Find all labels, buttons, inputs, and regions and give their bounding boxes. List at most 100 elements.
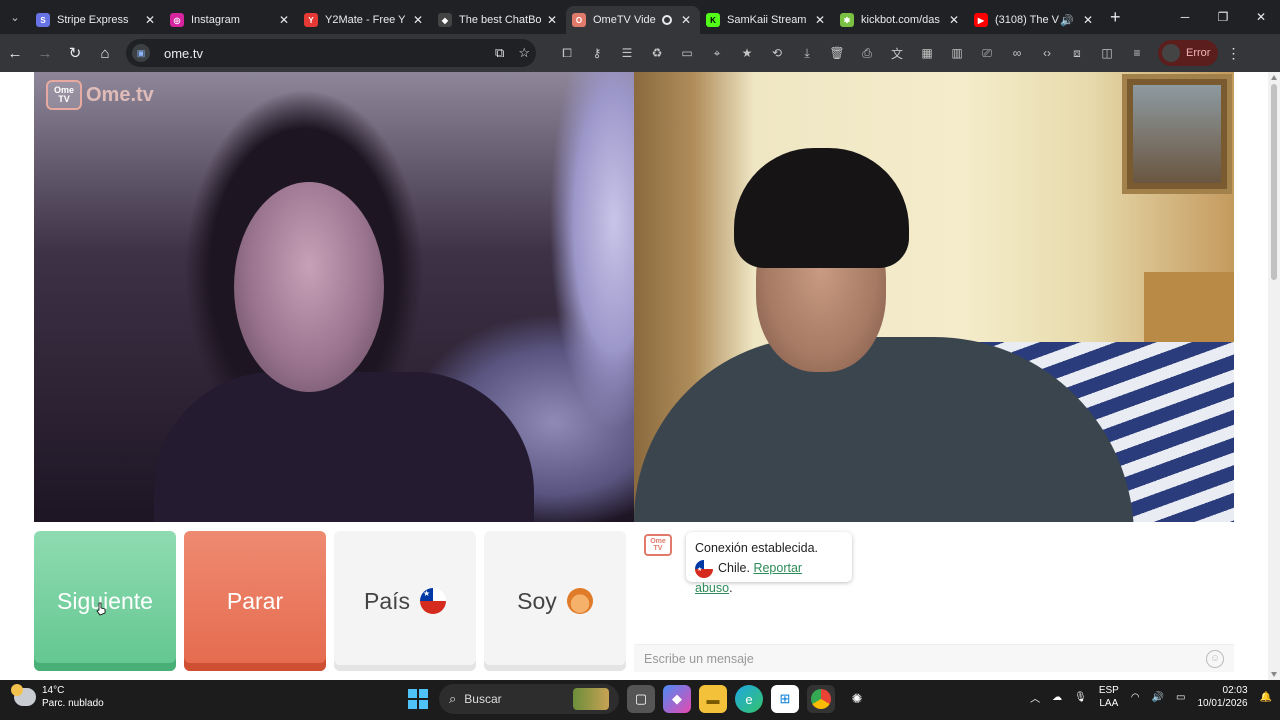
next-button[interactable]: Siguiente	[34, 531, 176, 671]
message-input[interactable]	[644, 651, 1206, 666]
translate-icon[interactable]: 文	[882, 38, 912, 68]
close-icon[interactable]: ✕	[812, 13, 828, 27]
card-icon[interactable]: ▭	[672, 38, 702, 68]
install-icon[interactable]: ⧉	[495, 45, 504, 61]
edge-icon[interactable]: e	[735, 685, 763, 713]
gender-button-label: Soy	[517, 587, 557, 614]
microphone-icon[interactable]: 🎙	[1074, 692, 1087, 703]
page-scrollbar[interactable]	[1268, 72, 1280, 680]
clock[interactable]: 02:03 10/01/2026	[1197, 684, 1247, 710]
task-view-icon[interactable]: ▢	[627, 685, 655, 713]
file-explorer-icon[interactable]: ▬	[699, 685, 727, 713]
video-shape	[734, 148, 909, 268]
bookmark-star-icon[interactable]: ☆	[518, 45, 530, 61]
maximize-icon[interactable]: ❐	[1204, 0, 1242, 34]
store-icon[interactable]: ⊞	[771, 685, 799, 713]
stop-button-label: Parar	[226, 587, 284, 614]
tab-search-button[interactable]: ⌄	[0, 0, 30, 34]
audio-icon[interactable]: 🔊	[1060, 14, 1074, 27]
close-window-icon[interactable]: ✕	[1242, 0, 1280, 34]
battery-icon[interactable]: ▭	[1176, 692, 1185, 703]
profile-error-button[interactable]: Error	[1158, 40, 1219, 66]
screenshot-icon[interactable]: ⧈	[1062, 38, 1092, 68]
trash-icon[interactable]: 🗑	[822, 38, 852, 68]
close-icon[interactable]: ✕	[1080, 13, 1096, 27]
key-icon[interactable]: ⚷	[582, 38, 612, 68]
tab-strip: ⌄ S Stripe Express ✕ ◎ Instagram ✕ Y Y2M…	[0, 0, 1280, 34]
onedrive-icon[interactable]: ☁	[1052, 692, 1062, 703]
close-icon[interactable]: ✕	[946, 13, 962, 27]
country-button[interactable]: País ★	[334, 531, 476, 671]
ometv-icon: O	[572, 13, 586, 27]
tab-title: The best ChatBo	[459, 14, 542, 26]
volume-icon[interactable]: 🔊	[1152, 692, 1164, 703]
tab-title: OmeTV Vide	[593, 14, 656, 26]
menu-icon[interactable]: ⋮	[1218, 45, 1248, 62]
new-tab-button[interactable]: +	[1110, 7, 1130, 28]
address-bar[interactable]: ▣ ome.tv ⧉ ☆	[126, 39, 536, 67]
tab-title: Stripe Express	[57, 14, 129, 26]
link-icon[interactable]: ∞	[1002, 38, 1032, 68]
site-info-icon[interactable]: ▣	[132, 44, 150, 62]
copilot-icon[interactable]: ◆	[663, 685, 691, 713]
back-icon[interactable]: ←	[0, 38, 30, 68]
show-hidden-icons[interactable]: ︿	[1030, 690, 1040, 705]
extensions-row: ⧠ ⚷ ☰ ♻ ▭ ⌖ ★ ⟲ ⤓ 🗑 ⎙ 文 ▦ ▥ ⎚ ∞ ‹› ⧈ ◫ ≡	[552, 38, 1152, 68]
close-icon[interactable]: ✕	[410, 13, 426, 27]
tab-ometv[interactable]: O OmeTV Vide ✕	[566, 6, 700, 34]
history-icon[interactable]: ⟲	[762, 38, 792, 68]
reading-list-icon[interactable]: ☰	[612, 38, 642, 68]
favorites-icon[interactable]: ★	[732, 38, 762, 68]
input-language[interactable]: ESP LAA	[1099, 684, 1119, 710]
location-icon[interactable]: ⌖	[702, 38, 732, 68]
partly-cloudy-icon	[11, 684, 36, 706]
stop-button[interactable]: Parar	[184, 531, 326, 671]
tab-chatbot[interactable]: ◆ The best ChatBo ✕	[432, 6, 566, 34]
windows-start-icon[interactable]	[405, 686, 431, 712]
address-text: ome.tv	[164, 45, 204, 61]
tab-title: Y2Mate - Free Y	[325, 14, 406, 26]
extensions-icon[interactable]: ⧠	[552, 38, 582, 68]
scroll-up-icon[interactable]	[1271, 75, 1277, 80]
scroll-thumb[interactable]	[1271, 84, 1277, 280]
qr-icon[interactable]: ▦	[912, 38, 942, 68]
scroll-down-icon[interactable]	[1271, 672, 1277, 677]
y2mate-icon: Y	[304, 13, 318, 27]
recycle-icon[interactable]: ♻	[642, 38, 672, 68]
download-icon[interactable]: ⤓	[792, 38, 822, 68]
home-icon[interactable]: ⌂	[90, 38, 120, 68]
emoji-icon[interactable]: ☺	[1206, 649, 1224, 668]
close-icon[interactable]: ✕	[544, 13, 560, 27]
mouse-cursor-icon	[96, 602, 106, 616]
media-control-icon[interactable]: ≡	[1122, 38, 1152, 68]
wifi-icon[interactable]: ◠	[1131, 692, 1140, 703]
windows-taskbar: 14°C Parc. nublado ⌕ Buscar ▢ ◆ ▬ e ⊞ ✺ …	[0, 680, 1280, 720]
forward-icon[interactable]: →	[30, 38, 60, 68]
code-icon[interactable]: ‹›	[1032, 38, 1062, 68]
tab-stripe-express[interactable]: S Stripe Express ✕	[30, 6, 164, 34]
sidebar-icon[interactable]: ◫	[1092, 38, 1122, 68]
tab-kickbot[interactable]: ✱ kickbot.com/das ✕	[834, 6, 968, 34]
chrome-icon[interactable]	[807, 685, 835, 713]
reload-icon[interactable]: ↻	[60, 38, 90, 68]
minimize-icon[interactable]: ─	[1166, 0, 1204, 34]
reader-icon[interactable]: ▥	[942, 38, 972, 68]
gender-button[interactable]: Soy	[484, 531, 626, 671]
openai-icon[interactable]: ✺	[843, 685, 871, 713]
taskbar-search[interactable]: ⌕ Buscar	[439, 684, 619, 714]
tab-y2mate[interactable]: Y Y2Mate - Free Y ✕	[298, 6, 432, 34]
ometv-logo: Ome TV Ome.tv	[46, 80, 154, 110]
close-icon[interactable]: ✕	[276, 13, 292, 27]
keyboard-layout: LAA	[1099, 698, 1119, 709]
weather-widget[interactable]: 14°C Parc. nublado	[11, 684, 104, 710]
chile-flag-icon: ★	[695, 559, 713, 578]
print-icon[interactable]: ⎙	[852, 38, 882, 68]
tab-instagram[interactable]: ◎ Instagram ✕	[164, 6, 298, 34]
close-icon[interactable]: ✕	[678, 13, 694, 27]
self-video	[634, 72, 1234, 522]
cast-icon[interactable]: ⎚	[972, 38, 1002, 68]
notifications-icon[interactable]: 🔔	[1260, 692, 1272, 703]
close-icon[interactable]: ✕	[142, 13, 158, 27]
tab-samkaii[interactable]: K SamKaii Stream ✕	[700, 6, 834, 34]
tab-youtube[interactable]: ▶ (3108) The V 🔊 ✕	[968, 6, 1102, 34]
